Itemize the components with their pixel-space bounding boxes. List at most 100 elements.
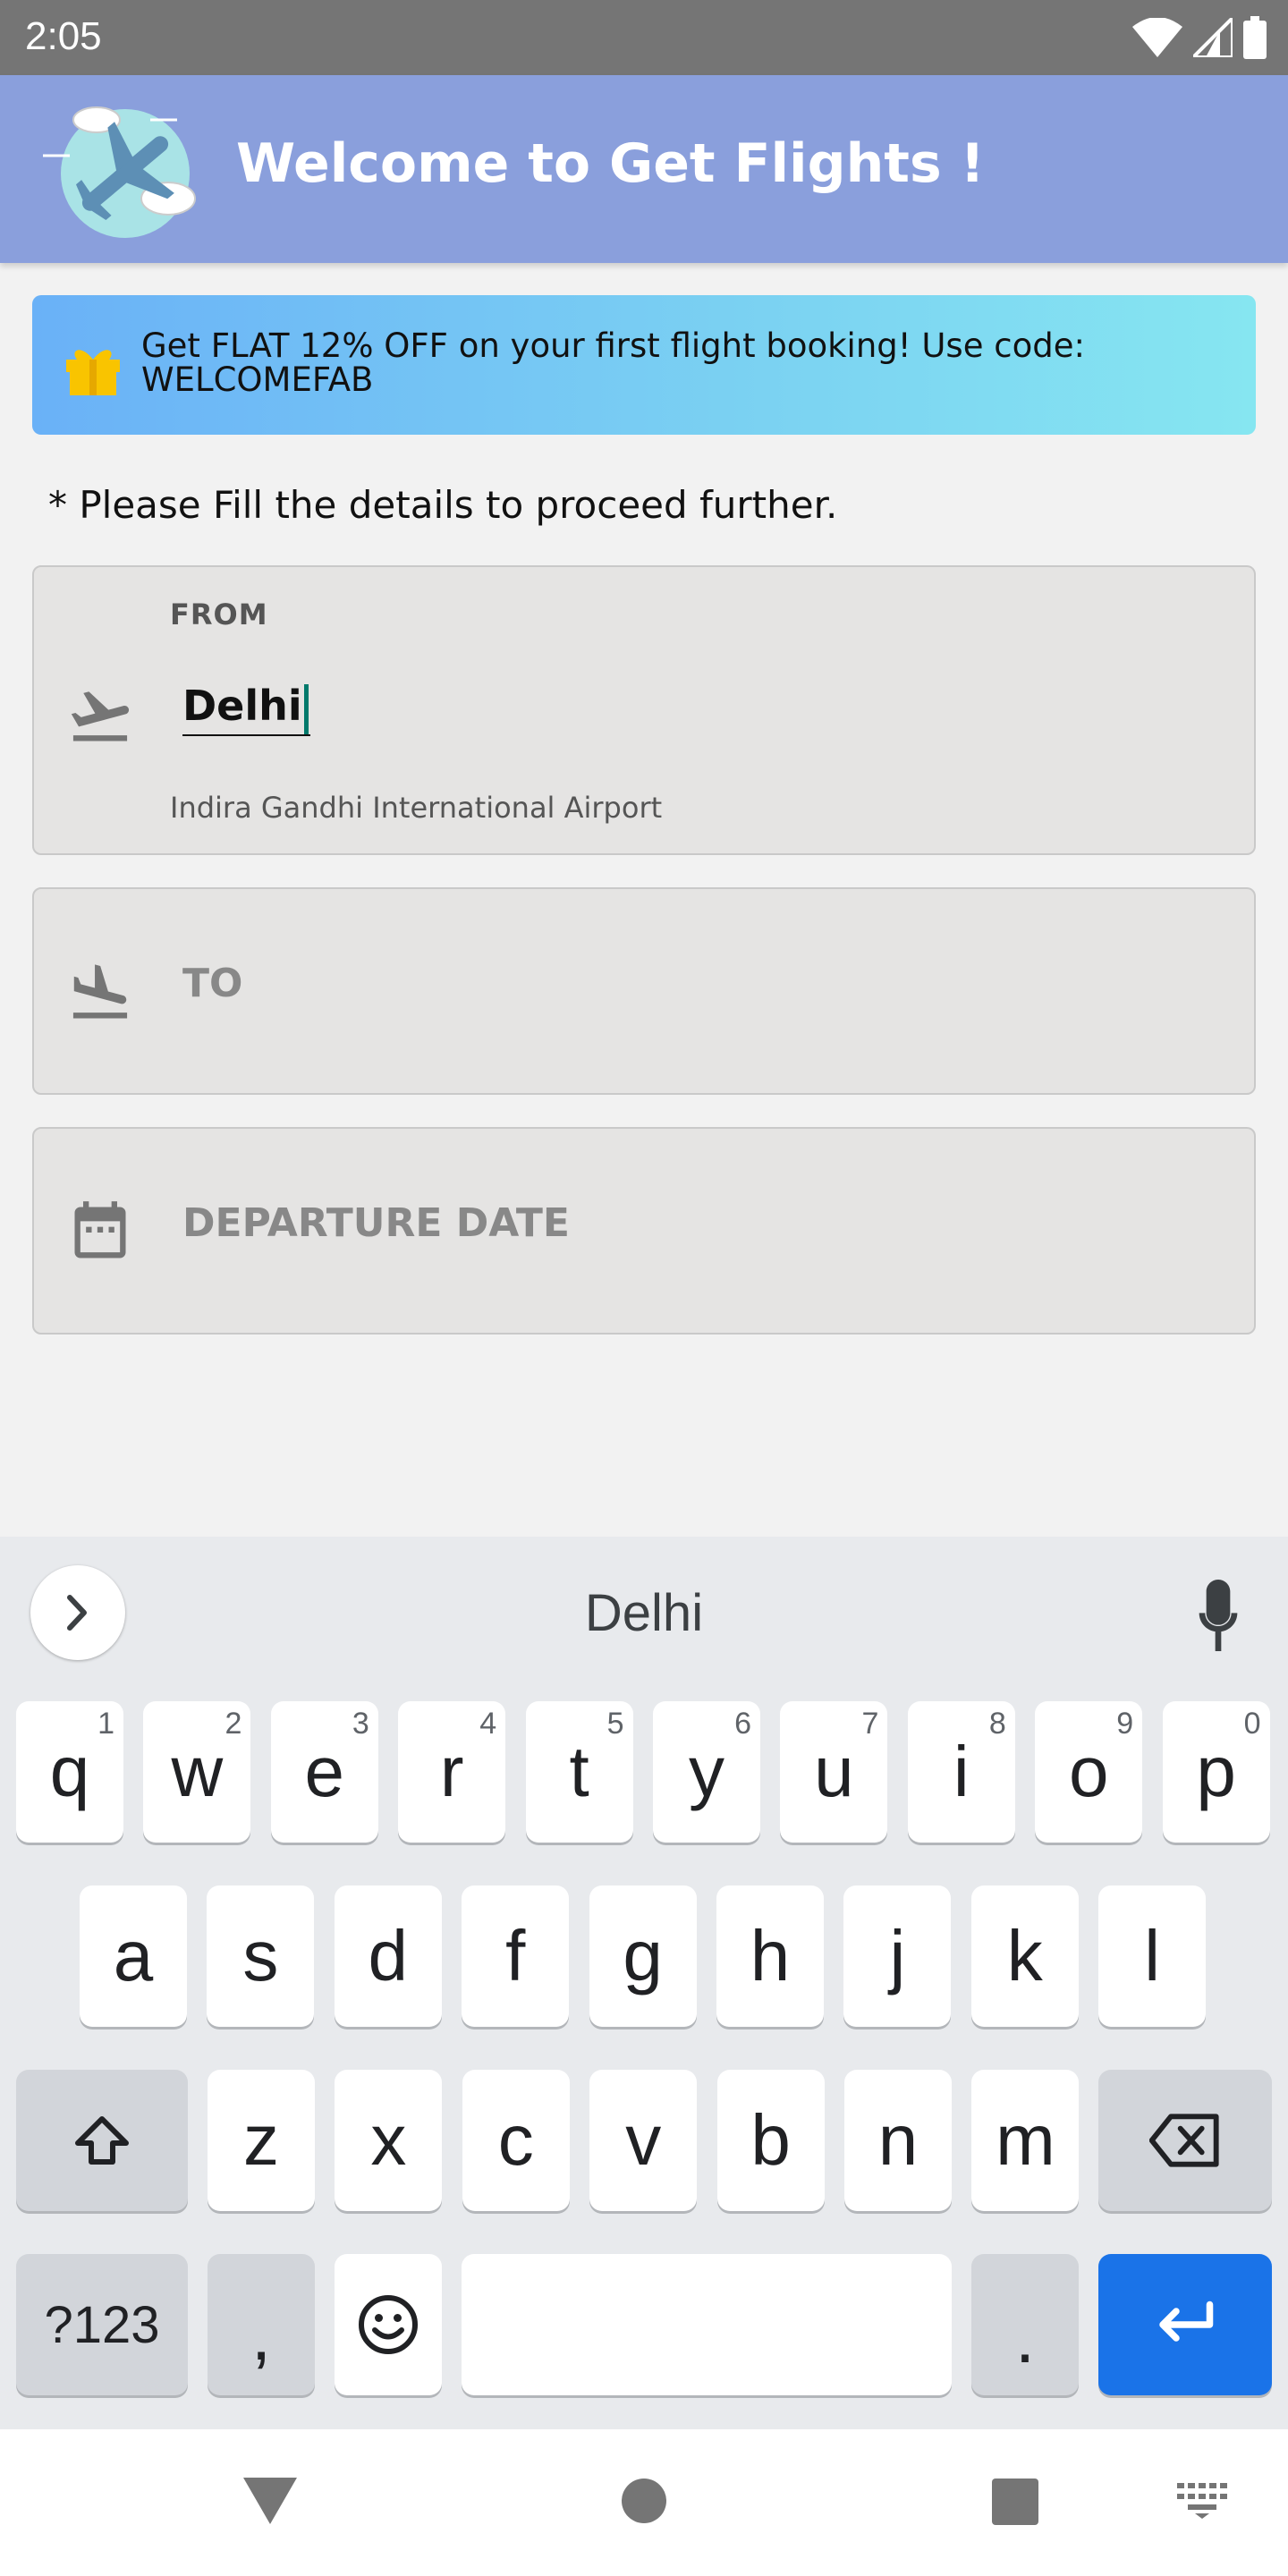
gift-icon	[66, 350, 120, 395]
period-key[interactable]: .	[971, 2254, 1079, 2395]
key-h[interactable]: h	[716, 1885, 824, 2027]
comma-key-label: ,	[250, 2295, 272, 2375]
key-v[interactable]: v	[589, 2070, 698, 2211]
status-icons	[1132, 13, 1267, 63]
departure-date-field[interactable]: DEPARTURE DATE	[32, 1127, 1256, 1335]
key-x[interactable]: x	[335, 2070, 443, 2211]
key-p[interactable]: p0	[1162, 1701, 1270, 1843]
key-f[interactable]: f	[462, 1885, 570, 2027]
text-caret	[303, 683, 309, 734]
keyboard-switch-icon[interactable]	[1177, 2483, 1227, 2519]
key-hint: 5	[606, 1707, 624, 1741]
key-label: f	[505, 1916, 526, 1996]
key-hint: 4	[479, 1707, 497, 1741]
key-label: x	[370, 2100, 407, 2180]
from-field[interactable]: FROM Delhi Indira Gandhi International A…	[32, 565, 1256, 855]
key-hint: 6	[734, 1707, 751, 1741]
back-triangle-icon[interactable]	[242, 2474, 299, 2526]
key-l[interactable]: l	[1098, 1885, 1207, 2027]
key-label: m	[996, 2100, 1055, 2180]
key-label: b	[750, 2100, 791, 2180]
key-hint: 2	[225, 1707, 242, 1741]
mic-icon[interactable]	[1190, 1580, 1247, 1651]
key-hint: 9	[1116, 1707, 1134, 1741]
enter-key[interactable]	[1098, 2254, 1272, 2395]
key-label: n	[877, 2100, 919, 2180]
key-b[interactable]: b	[716, 2070, 825, 2211]
key-c[interactable]: c	[462, 2070, 570, 2211]
battery-icon	[1243, 16, 1267, 59]
suggestion-word[interactable]: Delhi	[0, 1583, 1288, 1643]
key-label: a	[113, 1916, 154, 1996]
key-hint: 1	[97, 1707, 114, 1741]
from-airport-name: Indira Gandhi International Airport	[170, 791, 663, 825]
app-title: Welcome to Get Flights !	[236, 132, 985, 195]
key-s[interactable]: s	[207, 1885, 315, 2027]
departure-date-placeholder: DEPARTURE DATE	[182, 1200, 570, 1246]
key-label: g	[623, 1916, 663, 1996]
key-g[interactable]: g	[589, 1885, 697, 2027]
home-circle-icon[interactable]	[621, 2478, 667, 2524]
key-k[interactable]: k	[970, 1885, 1079, 2027]
key-w[interactable]: w2	[143, 1701, 251, 1843]
symbols-key[interactable]: ?123	[16, 2254, 188, 2395]
to-field[interactable]: TO	[32, 887, 1256, 1095]
key-label: v	[625, 2100, 662, 2180]
space-key[interactable]	[462, 2254, 952, 2395]
shift-icon	[75, 2116, 129, 2165]
comma-key[interactable]: ,	[208, 2254, 315, 2395]
key-t[interactable]: t5	[525, 1701, 633, 1843]
key-d[interactable]: d	[334, 1885, 442, 2027]
shift-key[interactable]	[16, 2070, 188, 2211]
from-value: Delhi	[182, 682, 302, 730]
app-bar: Welcome to Get Flights !	[0, 75, 1288, 263]
key-label: j	[889, 1916, 906, 1996]
key-label: l	[1144, 1916, 1161, 1996]
backspace-key[interactable]	[1098, 2070, 1272, 2211]
key-z[interactable]: z	[208, 2070, 315, 2211]
key-e[interactable]: e3	[270, 1701, 378, 1843]
to-placeholder: TO	[182, 961, 243, 1006]
key-r[interactable]: r4	[398, 1701, 506, 1843]
key-hint: 0	[1243, 1707, 1261, 1741]
key-hint: 3	[352, 1707, 369, 1741]
flight-takeoff-icon	[71, 691, 130, 741]
key-y[interactable]: y6	[653, 1701, 760, 1843]
enter-icon	[1159, 2301, 1214, 2342]
key-label: h	[750, 1916, 791, 1996]
key-o[interactable]: o9	[1035, 1701, 1143, 1843]
signal-icon	[1193, 18, 1233, 57]
key-label: d	[368, 1916, 409, 1996]
key-q[interactable]: q1	[16, 1701, 123, 1843]
key-n[interactable]: n	[844, 2070, 952, 2211]
emoji-key[interactable]	[335, 2254, 442, 2395]
soft-keyboard: Delhi q1w2e3r4t5y6u7i8o9p0 a s d f g h j k l z x c…	[0, 1537, 1288, 2429]
status-time: 2:05	[25, 14, 102, 58]
key-j[interactable]: j	[843, 1885, 952, 2027]
key-a[interactable]: a	[80, 1885, 187, 2027]
airplane-logo-icon	[43, 106, 196, 238]
navigation-bar	[0, 2429, 1288, 2576]
promo-banner[interactable]: Get FLAT 12% OFF on your first flight bo…	[32, 295, 1256, 435]
recents-square-icon[interactable]	[991, 2478, 1039, 2526]
emoji-icon	[359, 2295, 418, 2354]
flight-land-icon	[72, 964, 128, 1019]
key-i[interactable]: i8	[907, 1701, 1015, 1843]
key-label: c	[497, 2100, 534, 2180]
key-hint: 8	[988, 1707, 1006, 1741]
key-m[interactable]: m	[971, 2070, 1080, 2211]
key-hint: 7	[861, 1707, 879, 1741]
promo-text: Get FLAT 12% OFF on your first flight bo…	[141, 326, 1085, 399]
key-label: z	[243, 2100, 279, 2180]
suggestion-bar: Delhi	[0, 1537, 1288, 1687]
from-input[interactable]: Delhi	[182, 682, 310, 736]
key-label: s	[242, 1916, 279, 1996]
calendar-icon	[74, 1201, 126, 1258]
from-label: FROM	[170, 597, 268, 631]
symbols-key-label: ?123	[44, 2295, 160, 2354]
backspace-icon	[1149, 2114, 1219, 2167]
key-u[interactable]: u7	[780, 1701, 888, 1843]
status-bar: 2:05	[0, 0, 1288, 75]
wifi-icon	[1132, 18, 1182, 57]
key-label: k	[1006, 1916, 1043, 1996]
